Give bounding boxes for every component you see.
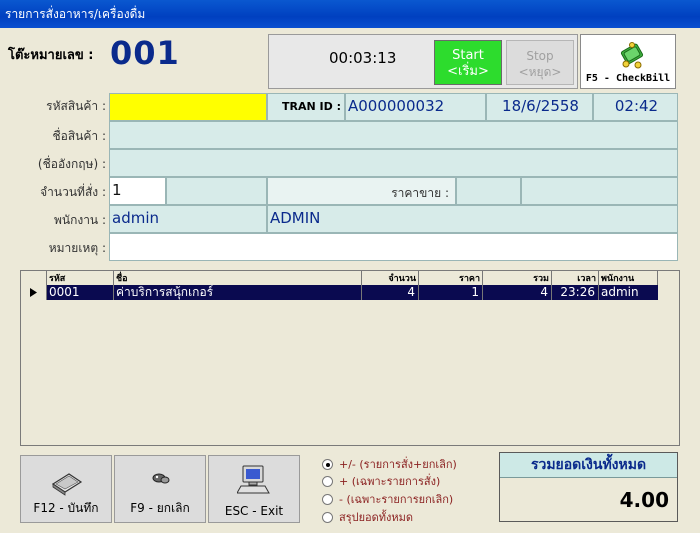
stop-button[interactable]: Stop <หยุด> <box>506 40 574 85</box>
total-value: 4.00 <box>619 488 669 512</box>
quantity-extra-field <box>166 177 267 205</box>
tran-id-value: A000000032 <box>348 97 445 115</box>
start-button[interactable]: Start <เริ่ม> <box>434 40 502 85</box>
row-total: 4 <box>483 285 552 300</box>
grid-header-indicator <box>21 271 47 285</box>
start-label: Start <box>452 48 484 63</box>
quantity-label: จำนวนที่สั่ง : <box>40 185 106 199</box>
keyboard-icon <box>51 473 83 496</box>
row-staff: admin <box>601 285 639 299</box>
tran-id-field: A000000032 <box>345 93 486 121</box>
grid-col-price[interactable]: ราคา <box>419 271 483 285</box>
staff-label: พนักงาน : <box>53 213 106 227</box>
radio-icon <box>322 494 333 505</box>
row-pointer-icon <box>30 288 37 297</box>
row-time: 23:26 <box>552 285 599 300</box>
price-label: ราคาขาย : <box>391 186 449 200</box>
save-label: F12 - บันทึก <box>33 501 99 515</box>
grid-col-total[interactable]: รวม <box>483 271 552 285</box>
stop-label-thai: <หยุด> <box>518 65 562 79</box>
english-name-label: (ชื่ออังกฤษ) : <box>37 157 106 171</box>
row-selector[interactable] <box>21 285 47 300</box>
grid-col-staff[interactable]: พนักงาน <box>599 271 658 285</box>
grid-col-time[interactable]: เวลา <box>552 271 599 285</box>
money-stack-icon <box>620 42 644 69</box>
product-name-field[interactable] <box>109 121 678 149</box>
checkbill-label: F5 - CheckBill <box>585 73 671 84</box>
grid-col-code[interactable]: รหัส <box>47 271 114 285</box>
filter-option-all[interactable]: +/- (รายการสั่ง+ยกเลิก) <box>322 455 457 473</box>
price-extra-field <box>521 177 678 205</box>
table-number: 001 <box>110 34 180 72</box>
elapsed-time: 00:03:13 <box>329 49 397 67</box>
radio-icon <box>322 476 333 487</box>
english-name-field[interactable] <box>109 149 678 177</box>
exit-button[interactable]: ESC - Exit <box>208 455 300 523</box>
staff-name-field: ADMIN <box>267 205 678 233</box>
staff-name-value: ADMIN <box>270 209 321 227</box>
filter-option-orders[interactable]: + (เฉพาะรายการสั่ง) <box>322 472 440 490</box>
note-label: หมายเหตุ : <box>48 241 106 255</box>
table-row[interactable]: 0001 ค่าบริการสนุ้กเกอร์ 4 1 4 23:26 adm… <box>47 285 658 300</box>
product-code-label: รหัสสินค้า : <box>46 99 106 113</box>
staff-field[interactable]: admin <box>109 205 267 233</box>
total-box: รวมยอดเงินทั้งหมด 4.00 <box>499 452 678 522</box>
cancel-button[interactable]: F9 - ยกเลิก <box>114 455 206 523</box>
start-label-thai: <เริ่ม> <box>447 64 489 79</box>
staff-value: admin <box>112 209 159 227</box>
save-button[interactable]: F12 - บันทึก <box>20 455 112 523</box>
filter-option-cancelled[interactable]: - (เฉพาะรายการยกเลิก) <box>322 490 453 508</box>
tran-id-label: TRAN ID : <box>282 100 341 113</box>
time-value: 02:42 <box>614 97 659 115</box>
price-field[interactable] <box>456 177 521 205</box>
product-code-input[interactable] <box>109 93 267 121</box>
row-qty: 4 <box>362 285 419 300</box>
filter-option-summary[interactable]: สรุปยอดทั้งหมด <box>322 508 413 526</box>
row-name: ค่าบริการสนุ้กเกอร์ <box>114 285 362 300</box>
row-code: 0001 <box>47 285 114 300</box>
radio-icon <box>322 512 333 523</box>
price-label-cell: ราคาขาย : <box>267 177 456 205</box>
order-grid[interactable]: รหัส ชื่อ จำนวน ราคา รวม เวลา พนักงาน 00… <box>20 270 680 446</box>
exit-label: ESC - Exit <box>224 504 284 518</box>
grid-col-qty[interactable]: จำนวน <box>362 271 419 285</box>
timer-panel: 00:03:13 Start <เริ่ม> Stop <หยุด> <box>268 34 578 89</box>
tran-id-label-cell: TRAN ID : <box>267 93 345 121</box>
quantity-input[interactable]: 1 <box>109 177 166 205</box>
table-number-label: โต๊ะหมายเลข : <box>8 48 94 63</box>
date-value: 18/6/2558 <box>502 97 579 115</box>
stop-label: Stop <box>526 49 554 63</box>
time-field: 02:42 <box>593 93 678 121</box>
window-title-bar: รายการสั่งอาหาร/เครื่องดื่ม <box>0 0 700 28</box>
cancel-label: F9 - ยกเลิก <box>130 501 190 515</box>
total-label: รวมยอดเงินทั้งหมด <box>500 453 677 478</box>
checkbill-button[interactable]: F5 - CheckBill <box>580 34 676 89</box>
note-input[interactable] <box>109 233 678 261</box>
row-price: 1 <box>419 285 483 300</box>
cancel-icon <box>152 473 170 484</box>
product-name-label: ชื่อสินค้า : <box>52 129 106 143</box>
grid-col-name[interactable]: ชื่อ <box>114 271 362 285</box>
computer-icon <box>237 465 270 494</box>
grid-header: รหัส ชื่อ จำนวน ราคา รวม เวลา พนักงาน <box>21 271 658 285</box>
date-field: 18/6/2558 <box>486 93 593 121</box>
radio-selected-icon <box>322 459 333 470</box>
